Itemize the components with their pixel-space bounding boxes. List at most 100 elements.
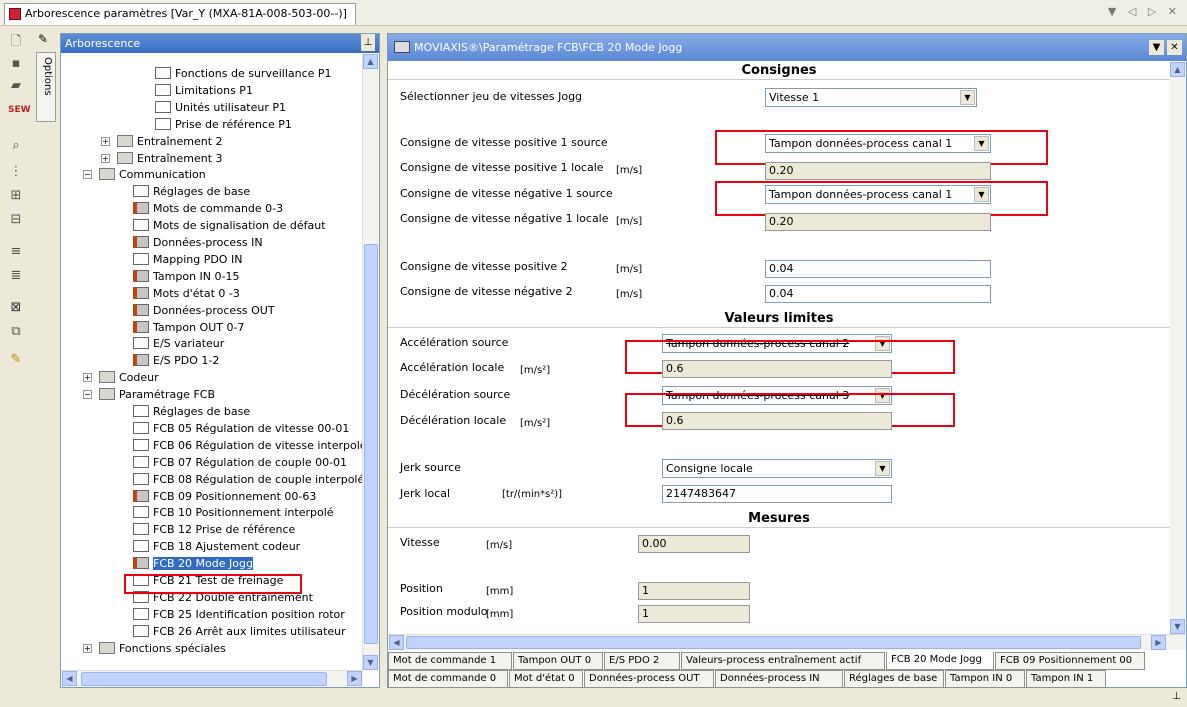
window-controls[interactable]: ▼ ◁ ▷ ✕: [1108, 5, 1181, 18]
options-tab[interactable]: Options: [36, 52, 56, 122]
tree-item[interactable]: E/S PDO 1-2: [133, 353, 219, 369]
tree-item[interactable]: FCB 09 Positionnement 00-63: [133, 489, 316, 505]
tree-item[interactable]: Réglages de base: [133, 404, 250, 420]
tree-item[interactable]: E/S variateur: [133, 336, 224, 352]
jerk-local-field[interactable]: 2147483647: [662, 485, 892, 503]
tree-item[interactable]: Prise de référence P1: [155, 117, 292, 133]
jogg-speed-set-select[interactable]: Vitesse 1 ▼: [765, 88, 977, 107]
open-folder-icon[interactable]: ▰: [8, 78, 24, 94]
tree-item[interactable]: Données-process IN: [133, 235, 263, 251]
tree-item[interactable]: Fonctions spéciales: [99, 641, 226, 657]
jerk-source-select[interactable]: Consigne locale ▼: [662, 459, 892, 478]
dropdown-menu-icon[interactable]: ▼: [1149, 40, 1164, 55]
save-icon[interactable]: ▪: [8, 56, 24, 72]
tree-item[interactable]: Entraînement 3: [117, 151, 223, 167]
windows-icon[interactable]: ⧉: [8, 324, 24, 340]
document-tabs-row-1: Mot de commande 1 Tampon OUT 0 E/S PDO 2 Va…: [388, 652, 1186, 670]
document-tab[interactable]: Réglages de base: [844, 670, 944, 688]
collapse-icon[interactable]: −: [83, 170, 92, 180]
tree-item[interactable]: FCB 10 Positionnement interpolé: [133, 505, 334, 521]
tree-item[interactable]: Limitations P1: [155, 83, 253, 99]
tree-item[interactable]: Communication: [99, 167, 206, 183]
scroll-down-icon[interactable]: ▼: [1170, 619, 1185, 634]
tree-remove-icon[interactable]: ⊟: [8, 212, 24, 228]
document-tab[interactable]: E/S PDO 2: [604, 652, 680, 670]
tree-item[interactable]: Codeur: [99, 370, 159, 386]
document-tab[interactable]: Tampon IN 1: [1026, 670, 1106, 688]
scroll-thumb[interactable]: [406, 636, 1141, 649]
document-tab[interactable]: Valeurs-process entraînement actif: [681, 652, 885, 670]
tree-item[interactable]: Tampon OUT 0-7: [133, 320, 244, 336]
dec-local-field[interactable]: 0.6: [662, 412, 892, 430]
document-tab[interactable]: Tampon IN 0: [945, 670, 1025, 688]
neg1-local-field[interactable]: 0.20: [765, 213, 991, 231]
acc-local-field[interactable]: 0.6: [662, 360, 892, 378]
tree-item[interactable]: Mots de signalisation de défaut: [133, 218, 326, 234]
tree-item[interactable]: Tampon IN 0-15: [133, 269, 239, 285]
tree-item[interactable]: Mapping PDO IN: [133, 252, 242, 268]
wrench-icon[interactable]: ✎: [38, 32, 54, 46]
collapse-icon[interactable]: −: [83, 390, 92, 400]
tree-horizontal-scrollbar[interactable]: ◀ ▶: [61, 670, 363, 687]
pin-icon[interactable]: ⊥: [361, 34, 375, 51]
expand-icon[interactable]: +: [101, 136, 110, 146]
tree-item[interactable]: Mots de commande 0-3: [133, 201, 283, 217]
tree-item[interactable]: Données-process OUT: [133, 303, 275, 319]
pos1-local-field[interactable]: 0.20: [765, 162, 991, 180]
tree-item[interactable]: Unités utilisateur P1: [155, 100, 286, 116]
scroll-up-icon[interactable]: ▲: [1170, 62, 1185, 77]
tree-add-icon[interactable]: ⊞: [8, 188, 24, 204]
close-icon[interactable]: ✕: [1167, 40, 1182, 55]
tree-item[interactable]: FCB 26 Arrêt aux limites utilisateur: [133, 624, 346, 640]
scroll-left-icon[interactable]: ◀: [62, 671, 77, 686]
document-tab[interactable]: Arborescence paramètres [Var_Y (MXA-81A-…: [4, 3, 356, 25]
close-x-icon[interactable]: ⊠: [8, 300, 24, 316]
scroll-up-icon[interactable]: ▲: [363, 54, 378, 69]
pencil-icon[interactable]: ✎: [8, 352, 24, 368]
neg2-field[interactable]: 0.04: [765, 285, 991, 303]
new-document-icon[interactable]: 🗋: [8, 34, 24, 50]
expand-icon[interactable]: +: [101, 153, 110, 163]
tree-item[interactable]: FCB 20 Mode Jogg: [133, 556, 253, 572]
document-tab[interactable]: Tampon OUT 0: [513, 652, 603, 670]
scroll-left-icon[interactable]: ◀: [389, 635, 404, 650]
expand-icon[interactable]: +: [83, 373, 92, 383]
tree-item[interactable]: Mots d'état 0 -3: [133, 286, 240, 302]
scroll-right-icon[interactable]: ▶: [1151, 635, 1166, 650]
tree-item[interactable]: FCB 08 Régulation de couple interpolé: [133, 472, 363, 488]
tree-item[interactable]: Entraînement 2: [117, 134, 223, 150]
document-tab[interactable]: Mot d'état 0: [509, 670, 583, 688]
pos2-field[interactable]: 0.04: [765, 260, 991, 278]
document-tab[interactable]: FCB 09 Positionnement 00: [995, 652, 1145, 670]
tree-item[interactable]: FCB 18 Ajustement codeur: [133, 539, 300, 555]
tree-item[interactable]: FCB 12 Prise de référence: [133, 522, 295, 538]
document-tab[interactable]: Mot de commande 1: [388, 652, 512, 670]
expand-icon[interactable]: +: [83, 643, 92, 653]
binoculars-icon[interactable]: ⌕: [8, 138, 24, 154]
tree-item[interactable]: FCB 07 Régulation de couple 00-01: [133, 455, 347, 471]
scroll-thumb[interactable]: [364, 244, 378, 644]
position-unit: [mm]: [486, 586, 514, 597]
pin-icon[interactable]: ⊥: [1172, 691, 1181, 702]
list-icon[interactable]: ≡: [8, 244, 24, 260]
document-tab[interactable]: FCB 20 Mode Jogg: [886, 652, 994, 670]
sew-load-icon[interactable]: SEW: [8, 102, 31, 118]
scroll-thumb[interactable]: [81, 672, 327, 686]
document-tab[interactable]: Mot de commande 0: [388, 670, 508, 688]
parameter-horizontal-scrollbar[interactable]: ◀ ▶: [388, 634, 1186, 650]
scroll-down-icon[interactable]: ▼: [363, 655, 378, 670]
tree-vertical-scrollbar[interactable]: ▲ ▼: [362, 54, 379, 670]
tree-item[interactable]: FCB 25 Identification position rotor: [133, 607, 345, 623]
tree-item[interactable]: FCB 06 Régulation de vitesse interpolé: [133, 438, 363, 454]
page-icon: [133, 624, 149, 637]
tree-item[interactable]: FCB 05 Régulation de vitesse 00-01: [133, 421, 349, 437]
tree-item[interactable]: Paramétrage FCB: [99, 387, 215, 403]
tree-expand-icon[interactable]: ⋮: [8, 164, 24, 180]
tree-item[interactable]: Fonctions de surveillance P1: [155, 66, 332, 82]
document-tab[interactable]: Données-process OUT: [584, 670, 714, 688]
document-tab[interactable]: Données-process IN: [715, 670, 843, 688]
parameter-vertical-scrollbar[interactable]: ▲ ▼: [1170, 62, 1186, 634]
list-collapse-icon[interactable]: ≣: [8, 268, 24, 284]
scroll-right-icon[interactable]: ▶: [347, 671, 362, 686]
tree-item[interactable]: Réglages de base: [133, 184, 250, 200]
